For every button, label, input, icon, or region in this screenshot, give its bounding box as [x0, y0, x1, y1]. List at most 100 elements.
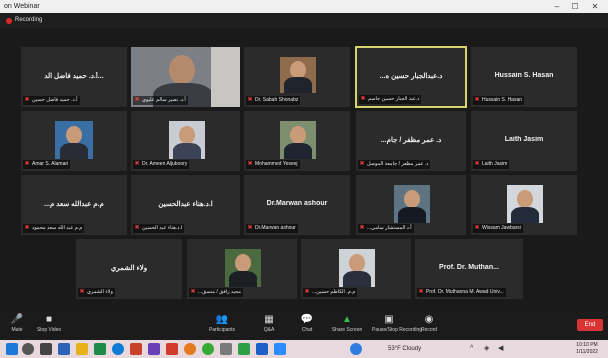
name-label: ✖ Amar S. Alamari	[23, 160, 71, 169]
excel-icon[interactable]	[94, 343, 106, 355]
participant-photo	[394, 185, 430, 223]
app-icon[interactable]	[148, 343, 160, 355]
participant-name: ا.د.هناء عبدالحسين	[158, 201, 213, 209]
video-tile[interactable]: ✖ أ.د. نصير سالم عليوي	[130, 46, 241, 108]
chat-button[interactable]: 💬 Chat	[290, 313, 324, 334]
video-tile[interactable]: ✖ Dr. Ameen Aljuboory	[130, 110, 241, 172]
chat-icon: 💬	[300, 314, 314, 325]
name-label: ✖ ...م.م. الكاظم حسين	[303, 288, 358, 297]
name-label: ✖ ...أ.د المستشار سامي	[358, 224, 414, 233]
windows-taskbar: 53°F Cloudy ^ ◈ ◀ 10:10 PM 1/11/2022	[0, 340, 608, 358]
video-tile[interactable]: Prof. Dr. Muthan... ✖ Prof. Dr. Muthanna …	[414, 238, 524, 300]
mic-muted-icon: ✖	[418, 289, 424, 295]
mic-muted-icon: ✖	[359, 161, 365, 167]
name-label: ✖ Mohammed Yeseej	[246, 160, 300, 169]
maximize-button[interactable]: ☐	[566, 0, 584, 13]
name-label: ✖ م.م عبد الله سعد محمود	[23, 224, 85, 233]
minimize-button[interactable]: –	[548, 0, 566, 13]
share-screen-button[interactable]: ▲ Share Screen	[330, 313, 364, 334]
name-label-text: Dr. Sabah Shonabz	[255, 97, 299, 103]
name-label: ✖ Dr.Marwan ashour	[246, 224, 298, 233]
record-label: Record	[420, 327, 438, 333]
name-label: ✖ ولاء الشمري	[78, 288, 115, 297]
taskbar-clock[interactable]: 10:10 PM 1/11/2022	[572, 342, 602, 356]
app-icon[interactable]	[256, 343, 268, 355]
mic-muted-icon: ✖	[247, 225, 253, 231]
mute-button[interactable]: 🎤 Mute	[0, 313, 34, 334]
windows-start-icon[interactable]	[6, 343, 18, 355]
qa-label: Q&A	[263, 327, 275, 333]
chat-label: Chat	[301, 327, 313, 333]
recording-label: Recording	[15, 17, 43, 23]
qa-button[interactable]: ▦ Q&A	[252, 313, 286, 334]
acrobat-icon[interactable]	[166, 343, 178, 355]
name-label: ✖ Prof. Dr. Muthanna M. Awad Univ...	[417, 288, 506, 297]
task-view-icon[interactable]	[40, 343, 52, 355]
pause-recording-button[interactable]: ▣ Pause/Stop Recording	[372, 313, 422, 334]
volume-icon[interactable]: ◀	[498, 340, 503, 358]
name-label: ✖ Hussain S. Hasan	[473, 96, 525, 105]
mic-muted-icon: ✖	[474, 225, 480, 231]
video-tile[interactable]: ...د. عمر مظفر / جام ✖ د. عمر مظفر / جامع…	[355, 110, 467, 172]
edge-icon[interactable]	[112, 343, 124, 355]
pause-recording-icon: ▣	[384, 314, 394, 325]
mic-muted-icon: ✖	[134, 97, 140, 103]
record-button[interactable]: ◉ Record	[412, 313, 446, 334]
video-tile[interactable]: ✖ ...مجيد رافق / منسق	[186, 238, 298, 300]
video-tile[interactable]: Dr.Marwan ashour ✖ Dr.Marwan ashour	[243, 174, 351, 236]
firefox-icon[interactable]	[184, 343, 196, 355]
participant-name: Dr.Marwan ashour	[266, 200, 328, 208]
participant-photo	[280, 121, 316, 159]
window-titlebar: on Webinar – ☐ ✕	[0, 0, 608, 13]
end-meeting-button[interactable]: End	[577, 319, 603, 331]
participant-name: ولاء الشمري	[110, 265, 148, 273]
video-camera-icon: ■	[45, 314, 53, 325]
app-icon[interactable]	[238, 343, 250, 355]
name-label: ✖ Dr. Ameen Aljuboory	[133, 160, 190, 169]
video-tile[interactable]: Hussain S. Hasan ✖ Hussain S. Hasan	[470, 46, 578, 108]
weather-widget[interactable]: 53°F Cloudy	[388, 340, 421, 358]
participants-button[interactable]: 👥 Participants	[205, 313, 239, 334]
network-icon[interactable]: ◈	[484, 340, 489, 358]
stop-video-button[interactable]: ■ Stop Video	[32, 313, 66, 334]
video-tile[interactable]: ✖ Dr. Sabah Shonabz	[243, 46, 351, 108]
participant-photo	[169, 121, 205, 159]
app-icon[interactable]	[220, 343, 232, 355]
mic-muted-icon: ✖	[247, 161, 253, 167]
mic-muted-icon: ✖	[24, 161, 30, 167]
app-icon[interactable]	[350, 343, 362, 355]
powerpoint-icon[interactable]	[130, 343, 142, 355]
video-tile[interactable]: ✖ ...م.م. الكاظم حسين	[300, 238, 412, 300]
close-button[interactable]: ✕	[586, 0, 604, 13]
name-label-text: ا.د.هناء عبد الحسين	[142, 225, 183, 231]
chevron-up-icon[interactable]: ^	[470, 340, 473, 358]
chrome-icon[interactable]	[202, 343, 214, 355]
mic-muted-icon: ✖	[134, 161, 140, 167]
video-tile[interactable]: ✖ Amar S. Alamari	[20, 110, 128, 172]
participant-name: أ.د. حميد فاضل الد...	[44, 73, 104, 81]
mic-muted-icon: ✖	[304, 289, 310, 295]
name-label-text: Dr. Ameen Aljuboory	[142, 161, 188, 167]
zoom-icon[interactable]	[274, 343, 286, 355]
video-tile[interactable]: ا.د.هناء عبدالحسين ✖ ا.د.هناء عبد الحسين	[130, 174, 241, 236]
video-tile[interactable]: ✖ Mohammed Yeseej	[243, 110, 351, 172]
video-tile[interactable]: ...م.م عبدالله سعد م ✖ م.م عبد الله سعد م…	[20, 174, 128, 236]
recording-dot-icon	[6, 17, 12, 24]
mic-muted-icon: ✖	[474, 97, 480, 103]
file-explorer-icon[interactable]	[76, 343, 88, 355]
name-label-text: ...م.م. الكاظم حسين	[312, 289, 356, 295]
name-label: ✖ Wissam Jawbarsi	[473, 224, 523, 233]
video-tile[interactable]: أ.د. حميد فاضل الد... ✖ أ.د. حميد فاضل حس…	[20, 46, 128, 108]
video-tile[interactable]: ✖ ...أ.د المستشار سامي	[355, 174, 467, 236]
recording-indicator[interactable]: Recording	[0, 13, 608, 28]
video-tile[interactable]: ولاء الشمري ✖ ولاء الشمري	[75, 238, 183, 300]
participant-name: ...د. عمر مظفر / جام	[380, 137, 442, 145]
video-tile[interactable]: ✖ Wissam Jawbarsi	[470, 174, 578, 236]
mic-muted-icon: ✖	[360, 96, 366, 102]
search-icon[interactable]	[22, 343, 34, 355]
video-tile-active-speaker[interactable]: ...د.عبدالجبار حسين ه ✖ د.عبد الجبار حسين…	[355, 46, 467, 108]
video-tile[interactable]: Laith Jasim ✖ Laith Jasim	[470, 110, 578, 172]
word-icon[interactable]	[58, 343, 70, 355]
name-label-text: Prof. Dr. Muthanna M. Awad Univ...	[426, 289, 504, 295]
name-label: ✖ أ.د. نصير سالم عليوي	[133, 96, 188, 105]
